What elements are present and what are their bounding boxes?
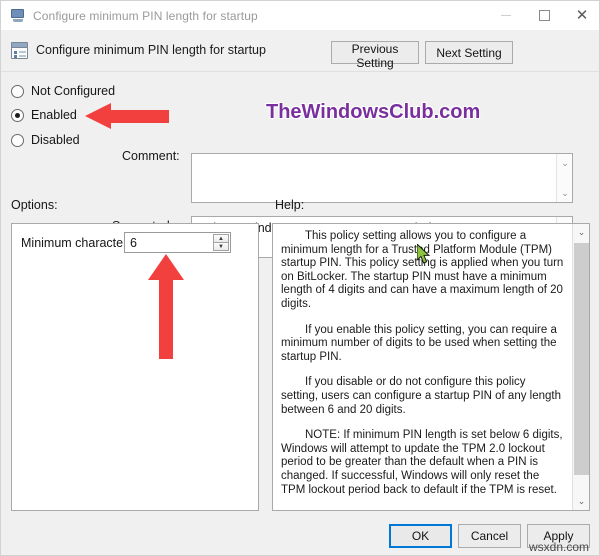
help-paragraph-4: NOTE: If minimum PIN length is set below… (281, 429, 563, 496)
window-controls: ✕ (487, 1, 599, 30)
close-icon[interactable]: ✕ (563, 1, 599, 30)
chevron-up-icon[interactable]: ⌄ (557, 156, 573, 170)
radio-enabled-indicator[interactable] (11, 108, 24, 122)
radio-disabled-indicator[interactable] (11, 133, 24, 147)
help-label: Help: (275, 198, 305, 212)
radio-not-configured[interactable]: Not Configured (11, 84, 115, 98)
policy-setting-icon (11, 42, 28, 59)
comment-input[interactable]: ⌄ ⌄ (191, 153, 573, 203)
group-policy-setting-dialog: Configure minimum PIN length for startup… (0, 0, 600, 556)
stepper-down-icon[interactable]: ▼ (213, 242, 229, 251)
footer-site-watermark: wsxdn.com (529, 540, 590, 554)
page-title: Configure minimum PIN length for startup (36, 43, 266, 57)
scroll-up-icon[interactable]: ⌄ (573, 224, 590, 241)
help-panel: This policy setting allows you to config… (272, 223, 590, 511)
state-and-comment-area: Not Configured Enabled Disabled Comment:… (1, 73, 599, 258)
previous-setting-button[interactable]: Previous Setting (331, 41, 419, 70)
ok-button[interactable]: OK (389, 524, 452, 548)
monitor-icon (10, 8, 26, 24)
chevron-down-icon[interactable]: ⌄ (557, 186, 573, 200)
minimum-characters-value: 6 (130, 236, 137, 250)
minimum-characters-stepper[interactable]: 6 ▲ ▼ (124, 232, 231, 253)
help-scrollbar-thumb[interactable] (574, 243, 589, 475)
stepper-arrows[interactable]: ▲ ▼ (213, 234, 229, 251)
site-watermark: TheWindowsClub.com (266, 101, 481, 123)
comment-label: Comment: (122, 149, 180, 163)
options-label: Options: (11, 198, 58, 212)
radio-disabled[interactable]: Disabled (11, 133, 80, 147)
help-paragraph-3: If you disable or do not configure this … (281, 376, 561, 416)
radio-not-configured-label: Not Configured (31, 84, 116, 98)
radio-enabled[interactable]: Enabled (11, 108, 77, 122)
radio-not-configured-indicator[interactable] (11, 84, 24, 98)
next-setting-button[interactable]: Next Setting (425, 41, 513, 64)
scroll-down-icon[interactable]: ⌄ (573, 493, 590, 510)
help-text-body: This policy setting allows you to config… (273, 224, 573, 510)
stepper-up-icon[interactable]: ▲ (213, 234, 229, 242)
cancel-button[interactable]: Cancel (458, 524, 521, 548)
window-title: Configure minimum PIN length for startup (33, 8, 258, 23)
help-scrollbar[interactable]: ⌄ ⌄ (572, 224, 589, 510)
comment-scrollbar[interactable]: ⌄ ⌄ (556, 154, 572, 202)
radio-enabled-label: Enabled (31, 108, 77, 122)
minimize-icon[interactable] (487, 1, 525, 30)
help-paragraph-2: If you enable this policy setting, you c… (281, 323, 557, 363)
maximize-icon[interactable] (525, 1, 563, 30)
help-paragraph-1: This policy setting allows you to config… (281, 230, 564, 310)
setting-header: Configure minimum PIN length for startup… (1, 30, 599, 72)
radio-disabled-label: Disabled (31, 133, 80, 147)
window-titlebar: Configure minimum PIN length for startup… (1, 1, 599, 30)
minimum-characters-label: Minimum characters: (21, 236, 137, 250)
options-panel: Minimum characters: 6 ▲ ▼ (11, 223, 259, 511)
